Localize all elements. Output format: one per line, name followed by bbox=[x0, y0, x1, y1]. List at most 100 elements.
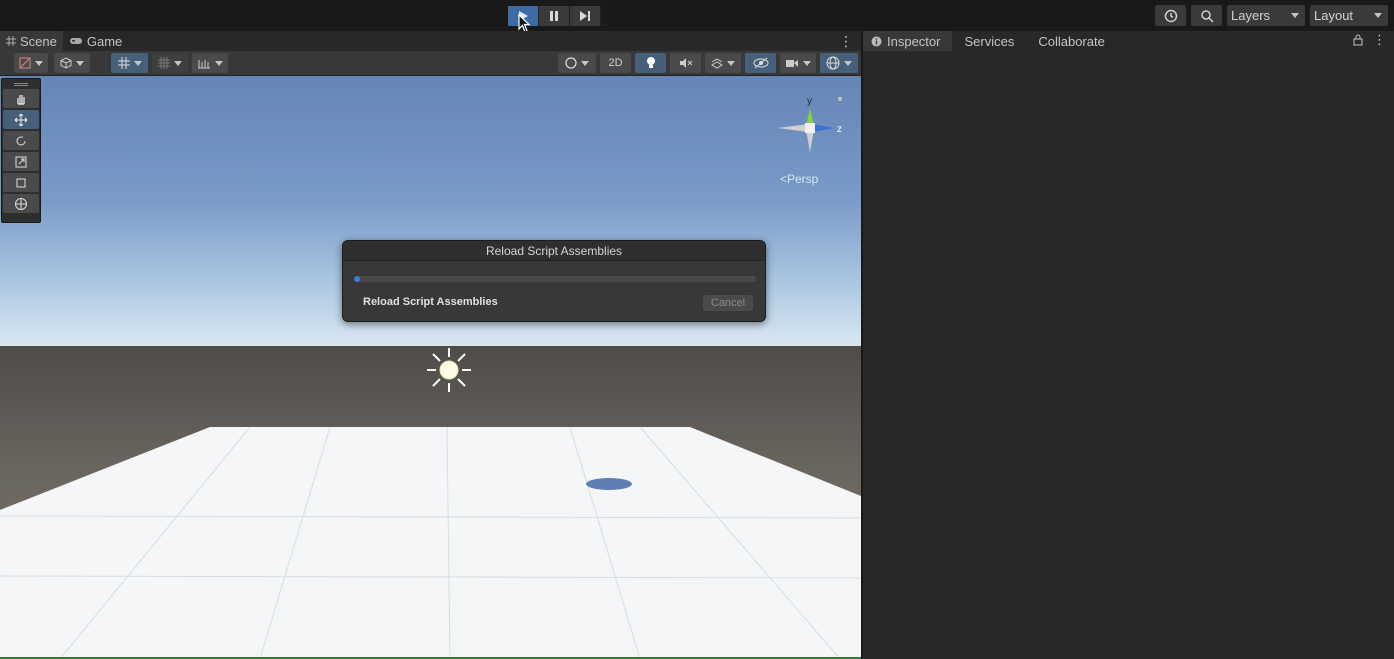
rotate-icon bbox=[16, 136, 26, 145]
search-icon bbox=[1200, 9, 1214, 23]
pause-icon bbox=[550, 11, 558, 21]
tab-inspector[interactable]: Inspector bbox=[863, 31, 953, 51]
progress-fill bbox=[354, 276, 361, 282]
chevron-down-icon bbox=[581, 60, 589, 66]
dialog-status-label: Reload Script Assemblies bbox=[363, 296, 498, 308]
scene-tab-bar: Scene Game ⋮ bbox=[0, 31, 861, 51]
hand-tool-button[interactable] bbox=[3, 89, 39, 108]
chevron-down-icon bbox=[1374, 13, 1382, 18]
shading-mode-dropdown[interactable] bbox=[54, 53, 90, 73]
move-tool-button[interactable] bbox=[3, 110, 39, 129]
mode-2d-label: 2D bbox=[608, 57, 623, 69]
tab-scene[interactable]: Scene bbox=[0, 31, 63, 51]
layers-icon bbox=[711, 58, 723, 69]
gamepad-icon bbox=[69, 38, 82, 44]
layers-dropdown[interactable]: Layers bbox=[1227, 5, 1305, 26]
tool-palette bbox=[1, 78, 41, 223]
chevron-down-icon bbox=[1291, 13, 1299, 18]
step-button[interactable] bbox=[570, 6, 601, 26]
rect-tool-button[interactable] bbox=[3, 173, 39, 192]
step-icon bbox=[580, 11, 590, 21]
gizmos-dropdown[interactable] bbox=[820, 53, 858, 73]
tab-services[interactable]: Services bbox=[952, 31, 1026, 51]
tab-game-label: Game bbox=[86, 33, 123, 49]
tab-collaborate-label: Collaborate bbox=[1038, 33, 1105, 49]
inspector-tab-bar: Inspector Services Collaborate ⋮ bbox=[863, 31, 1394, 51]
cancel-button[interactable]: Cancel bbox=[703, 295, 753, 311]
ruler-icon bbox=[198, 60, 210, 69]
inspector-panel: Inspector Services Collaborate ⋮ bbox=[862, 31, 1394, 659]
camera-settings-dropdown[interactable] bbox=[780, 53, 816, 73]
progress-bar bbox=[354, 276, 756, 282]
scale-icon bbox=[15, 156, 27, 167]
sphere-icon bbox=[565, 57, 577, 69]
layout-label: Layout bbox=[1314, 8, 1354, 23]
scale-tool-button[interactable] bbox=[3, 152, 39, 171]
hand-icon bbox=[17, 94, 25, 105]
cube-icon bbox=[60, 57, 72, 69]
orientation-gizmo[interactable]: y z bbox=[770, 88, 850, 168]
history-icon bbox=[1164, 9, 1177, 22]
tab-inspector-label: Inspector bbox=[887, 33, 941, 49]
inspector-tab-actions: ⋮ bbox=[1353, 33, 1386, 46]
chevron-down-icon bbox=[133, 60, 142, 66]
chevron-down-icon bbox=[35, 60, 43, 66]
mute-icon bbox=[679, 58, 692, 68]
chevron-down-icon bbox=[727, 60, 735, 66]
undo-history-button[interactable] bbox=[1155, 5, 1186, 26]
scene-toolbar: 2D bbox=[0, 51, 861, 76]
chevron-down-icon bbox=[174, 60, 182, 66]
lightbulb-icon bbox=[646, 57, 655, 68]
grid-icon bbox=[6, 36, 16, 46]
mode-2d-toggle[interactable]: 2D bbox=[600, 53, 631, 73]
chevron-down-icon bbox=[76, 60, 84, 66]
transform-icon bbox=[15, 197, 27, 210]
directional-light-icon[interactable] bbox=[425, 346, 473, 394]
snap-dropdown[interactable] bbox=[152, 53, 188, 73]
layout-dropdown[interactable]: Layout bbox=[1310, 5, 1388, 26]
dialog-title: Reload Script Assemblies bbox=[343, 241, 765, 261]
tab-services-label: Services bbox=[964, 33, 1015, 49]
gizmo-y-label: y bbox=[807, 96, 812, 107]
rotate-tool-button[interactable] bbox=[3, 131, 39, 150]
transform-tool-button[interactable] bbox=[3, 194, 39, 213]
drag-handle-icon[interactable] bbox=[2, 79, 40, 87]
hidden-eye-icon bbox=[753, 57, 768, 69]
main-toolbar: Layers Layout bbox=[0, 0, 1394, 33]
globe-icon bbox=[826, 56, 840, 70]
draw-mode-icon bbox=[19, 57, 31, 69]
grid-toggle-dropdown[interactable] bbox=[111, 53, 148, 73]
render-mode-dropdown[interactable] bbox=[558, 53, 596, 73]
snap-grid-icon bbox=[158, 57, 170, 69]
toolbar-right: Layers Layout bbox=[1155, 5, 1388, 26]
lock-icon[interactable] bbox=[1353, 34, 1363, 46]
perspective-label[interactable]: <Persp bbox=[780, 172, 818, 186]
inspector-body bbox=[863, 51, 1394, 659]
lighting-toggle[interactable] bbox=[635, 53, 666, 73]
tab-collaborate[interactable]: Collaborate bbox=[1026, 31, 1117, 51]
chevron-down-icon bbox=[803, 60, 811, 66]
reload-dialog: Reload Script Assemblies Reload Script A… bbox=[342, 240, 766, 322]
grid-icon bbox=[117, 57, 130, 69]
move-icon bbox=[14, 113, 28, 126]
tab-scene-label: Scene bbox=[20, 33, 57, 49]
draw-mode-dropdown[interactable] bbox=[14, 53, 48, 73]
gizmo-z-label: z bbox=[837, 124, 842, 135]
scene-panel: Scene Game ⋮ 2D y z <Persp Reload Script… bbox=[0, 31, 861, 659]
layers-label: Layers bbox=[1231, 8, 1271, 23]
effects-dropdown[interactable] bbox=[705, 53, 741, 73]
chevron-down-icon bbox=[844, 60, 852, 66]
increment-snap-dropdown[interactable] bbox=[192, 53, 228, 73]
chevron-down-icon bbox=[215, 60, 223, 66]
pause-button[interactable] bbox=[539, 6, 570, 26]
kebab-menu-icon[interactable]: ⋮ bbox=[1373, 33, 1386, 46]
info-icon bbox=[871, 36, 882, 46]
camera-icon bbox=[786, 60, 798, 67]
tab-game[interactable]: Game bbox=[63, 31, 128, 51]
scene-viewport[interactable]: y z <Persp Reload Script Assemblies Relo… bbox=[0, 76, 861, 659]
audio-toggle[interactable] bbox=[670, 53, 701, 73]
rect-transform-icon bbox=[16, 178, 26, 187]
scene-visibility-toggle[interactable] bbox=[745, 53, 776, 73]
search-button[interactable] bbox=[1191, 5, 1222, 26]
kebab-menu-icon[interactable]: ⋮ bbox=[839, 33, 853, 50]
